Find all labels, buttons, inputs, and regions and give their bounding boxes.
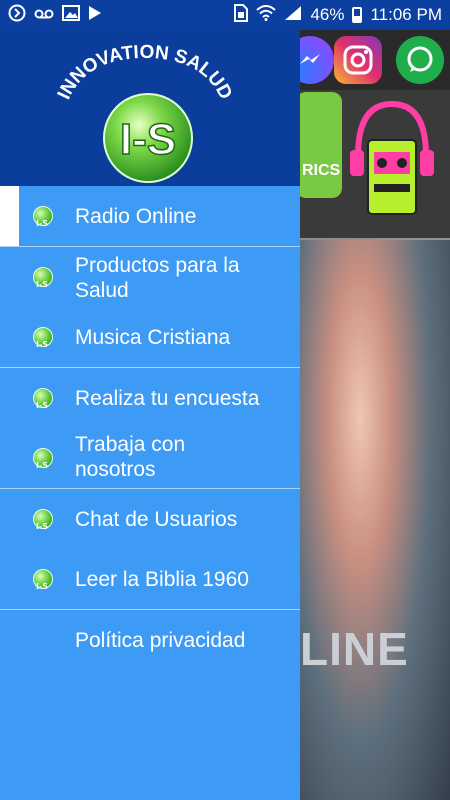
battery-icon <box>352 7 363 23</box>
background-photo <box>300 240 450 800</box>
menu-item-productos-salud[interactable]: Productos para la Salud <box>0 247 300 307</box>
play-icon <box>88 5 102 26</box>
app-notification-icon <box>8 4 26 27</box>
menu-item-chat-usuarios[interactable]: Chat de Usuarios <box>0 489 300 549</box>
innovation-salud-icon <box>33 509 53 539</box>
menu-item-label: Musica Cristiana <box>75 326 231 349</box>
menu-item-radio-online[interactable]: Radio Online <box>0 186 300 246</box>
sim-icon <box>234 3 249 27</box>
background-banner-text: LINE <box>300 623 409 675</box>
menu-item-label: Leer la Biblia 1960 <box>75 568 249 591</box>
menu-item-label: Productos para la Salud <box>75 254 240 302</box>
logo-monogram: I-S <box>120 115 176 164</box>
wifi-icon <box>256 4 277 26</box>
battery-percent: 46% <box>310 5 345 24</box>
instagram-icon[interactable] <box>334 36 382 84</box>
navigation-drawer: INNOVATION SALUD I-S Radio Online Produc… <box>0 30 300 800</box>
voicemail-icon <box>34 5 54 25</box>
menu-item-politica-privacidad[interactable]: Política privacidad <box>0 610 300 670</box>
drawer-header: INNOVATION SALUD I-S <box>0 30 300 186</box>
menu-item-biblia[interactable]: Leer la Biblia 1960 <box>0 549 300 609</box>
innovation-salud-icon <box>33 388 53 418</box>
whatsapp-icon[interactable] <box>396 36 444 84</box>
innovation-salud-logo: INNOVATION SALUD I-S <box>54 42 236 183</box>
menu-item-trabaja-con-nosotros[interactable]: Trabaja con nosotros <box>0 428 300 488</box>
menu-item-label: Chat de Usuarios <box>75 508 238 531</box>
cassette-headphones-icon[interactable] <box>346 96 438 226</box>
menu-item-encuesta[interactable]: Realiza tu encuesta <box>0 368 300 428</box>
selected-indicator <box>0 186 19 246</box>
innovation-salud-icon <box>33 206 53 236</box>
menu-item-label: Realiza tu encuesta <box>75 387 260 410</box>
image-icon <box>62 4 80 26</box>
innovation-salud-icon <box>33 267 53 297</box>
clock: 11:06 PM <box>370 5 442 24</box>
menu-item-label: Política privacidad <box>75 629 246 652</box>
lyrics-tile[interactable] <box>296 92 342 198</box>
innovation-salud-icon <box>33 448 53 478</box>
lyrics-tile-label: RICS <box>302 162 341 179</box>
status-bar: 46% 11:06 PM <box>0 0 450 30</box>
menu-item-label: Radio Online <box>75 205 197 228</box>
signal-icon <box>284 5 302 26</box>
menu-item-musica-cristiana[interactable]: Musica Cristiana <box>0 307 300 367</box>
innovation-salud-icon <box>33 569 53 599</box>
menu-item-label: Trabaja con nosotros <box>75 433 186 481</box>
innovation-salud-icon <box>33 327 53 357</box>
